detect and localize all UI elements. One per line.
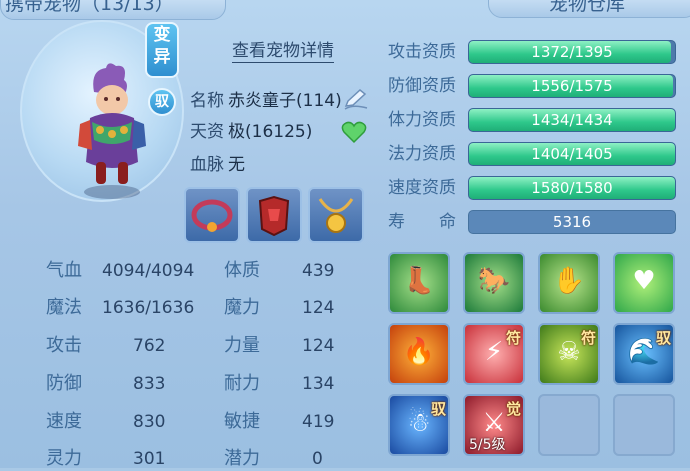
empty-skill-slot[interactable] (613, 394, 675, 456)
talent-row: 天资 极(16125) (190, 120, 312, 144)
stat-value: 124 (302, 336, 335, 356)
hand-flame-skill-icon: ✋ (552, 266, 586, 296)
aptitude-bar: 1556/1575 (468, 74, 676, 98)
talent-value: 极(16125) (228, 122, 313, 142)
skill-slot[interactable]: ♥ (613, 252, 675, 314)
skill-slot[interactable]: 👢 (388, 252, 450, 314)
stat-value: 762 (133, 336, 166, 356)
collar-icon (191, 199, 233, 232)
stat-value: 301 (133, 449, 166, 469)
skill-slot[interactable]: ✋ (538, 252, 600, 314)
heart-icon[interactable] (341, 120, 367, 144)
view-pet-details-link[interactable]: 查看宠物详情 (232, 40, 334, 63)
aptitude-value: 1580/1580 (531, 179, 613, 197)
stat-label: 灵力 (46, 448, 82, 469)
stat-value: 419 (302, 412, 335, 432)
equip-slot-amulet[interactable] (308, 187, 364, 243)
boot-skill-icon: 👢 (402, 266, 436, 296)
skill-tag: 符 (505, 329, 521, 347)
aptitude-value: 1556/1575 (531, 77, 613, 95)
aptitude-bar: 1434/1434 (468, 108, 676, 132)
life-bar: 5316 (468, 210, 676, 234)
skill-slot[interactable]: ⚡ 符 (463, 323, 525, 385)
stat-label: 潜力 (224, 448, 260, 469)
stat-label: 气血 (46, 260, 82, 281)
stat-value: 830 (133, 412, 166, 432)
pet-storage-tab[interactable]: 宠物仓库 (488, 0, 690, 18)
bloodline-row: 血脉无 (190, 153, 245, 177)
rename-pen-icon[interactable] (343, 88, 369, 110)
skill-slot[interactable]: ☃ 驭 (388, 394, 450, 456)
skill-level: 5/5级 (469, 437, 506, 453)
stat-label: 体质 (224, 260, 260, 281)
empty-skill-slot[interactable] (538, 394, 600, 456)
aptitude-bar: 1372/1395 (468, 40, 676, 64)
talent-label: 天资 (190, 122, 224, 142)
equip-slot-collar[interactable] (184, 187, 240, 243)
bloodline-value: 无 (228, 155, 245, 175)
aptitude-value: 1372/1395 (531, 43, 613, 61)
name-label: 名称 (190, 91, 224, 111)
stat-label: 敏捷 (224, 411, 260, 432)
name-value: 赤炎童子(114) (228, 91, 342, 111)
stat-label: 防御 (46, 373, 82, 394)
pet-panel: 携带宠物（13/13） 宠物仓库 变异 驭 查看宠物详情 名称 赤炎童子(114)… (0, 0, 690, 469)
carried-pets-tab[interactable]: 携带宠物（13/13） (0, 0, 226, 20)
skill-tag: 符 (580, 329, 596, 347)
ride-badge: 驭 (148, 88, 176, 116)
pet-figure-icon (78, 63, 146, 199)
stat-value: 439 (302, 261, 335, 281)
stat-value: 1636/1636 (102, 298, 195, 318)
aptitude-label: 防御资质 (388, 76, 456, 96)
skill-slot[interactable]: ⚔ 觉 5/5级 (463, 394, 525, 456)
stat-label: 力量 (224, 335, 260, 356)
skill-tag: 觉 (505, 400, 521, 418)
aptitude-bar: 1580/1580 (468, 176, 676, 200)
stat-value: 4094/4094 (102, 261, 195, 281)
aptitude-bar: 1404/1405 (468, 142, 676, 166)
equip-slot-armor[interactable] (246, 187, 302, 243)
aptitude-label: 体力资质 (388, 110, 456, 130)
aptitude-value: 1434/1434 (531, 111, 613, 129)
bloodline-label: 血脉 (190, 155, 224, 175)
life-label: 寿 命 (388, 212, 456, 232)
skill-tag: 驭 (430, 400, 446, 418)
armor-icon (258, 195, 290, 237)
pet-name-row: 名称 赤炎童子(114) (190, 89, 342, 113)
mutation-badge: 变异 (145, 22, 179, 78)
stat-value: 134 (302, 374, 335, 394)
stat-value: 833 (133, 374, 166, 394)
heart-skill-icon: ♥ (632, 266, 656, 296)
stat-label: 速度 (46, 411, 82, 432)
fire-gourd-skill-icon: 🔥 (402, 337, 436, 367)
stat-value: 0 (312, 449, 323, 469)
skill-slot[interactable]: 🔥 (388, 323, 450, 385)
stat-label: 攻击 (46, 335, 82, 356)
skill-slot[interactable]: 🌊 驭 (613, 323, 675, 385)
skill-slot[interactable]: 🐎 (463, 252, 525, 314)
stat-label: 魔法 (46, 297, 82, 318)
aptitude-label: 速度资质 (388, 178, 456, 198)
stat-label: 魔力 (224, 297, 260, 318)
stat-label: 耐力 (224, 373, 260, 394)
aptitude-label: 法力资质 (388, 144, 456, 164)
stat-value: 124 (302, 298, 335, 318)
horse-skill-icon: 🐎 (477, 266, 511, 296)
amulet-icon (318, 198, 354, 233)
aptitude-value: 1404/1405 (531, 145, 613, 163)
skill-tag: 驭 (655, 329, 671, 347)
aptitude-label: 攻击资质 (388, 42, 456, 62)
skill-slot[interactable]: ☠ 符 (538, 323, 600, 385)
